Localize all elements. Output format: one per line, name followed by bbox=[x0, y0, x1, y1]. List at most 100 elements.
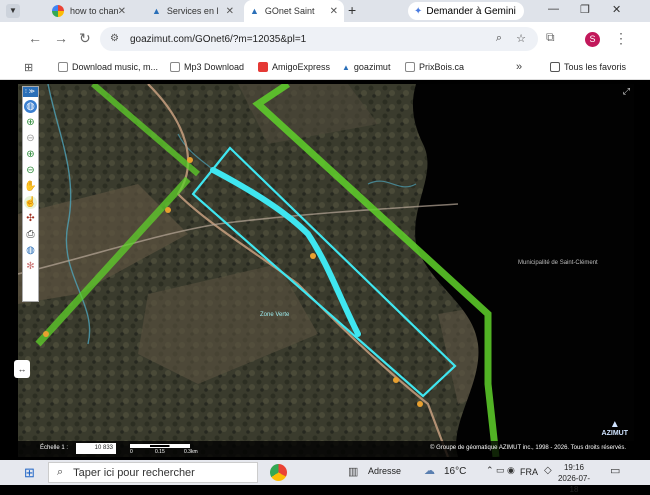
settings-icon[interactable]: ✻ bbox=[24, 260, 37, 273]
tab-how-to-change[interactable]: how to chan ✕ bbox=[46, 0, 132, 22]
folder-icon bbox=[550, 62, 560, 72]
azimut-logo: ▲ AZIMUT bbox=[602, 419, 628, 437]
system-tray-icons[interactable]: ⌃ ▭ ◉ bbox=[486, 465, 515, 476]
bookmarks-bar: ⊞ Download music, m... Mp3 Download Amig… bbox=[0, 56, 650, 80]
municipality-label: Municipalité de Saint-Clément bbox=[518, 260, 598, 266]
address-bar[interactable]: ⚙ goazimut.com/GOnet6/?m=12035&pl=1 ⌕ ☆ bbox=[100, 27, 538, 51]
pan-hand-icon[interactable]: ✋ bbox=[24, 180, 37, 193]
bookmark-prixbois[interactable]: PrixBois.ca bbox=[405, 62, 464, 72]
scale-tick: 0 bbox=[130, 449, 133, 455]
brand-label: AZIMUT bbox=[601, 430, 628, 437]
temperature-text[interactable]: 16°C bbox=[444, 466, 466, 477]
extensions-icon[interactable]: ⧉ bbox=[546, 30, 555, 45]
task-view-icon[interactable]: ▥ bbox=[348, 465, 358, 478]
tools-header[interactable]: ⁝ ≫ bbox=[23, 87, 38, 97]
restore-button[interactable]: ❐ bbox=[580, 3, 590, 16]
reload-icon[interactable]: ↻ bbox=[79, 30, 91, 47]
marker[interactable] bbox=[43, 331, 49, 337]
globe-icon[interactable]: ◍ bbox=[24, 100, 37, 113]
close-icon[interactable]: ✕ bbox=[118, 6, 126, 17]
fullscreen-icon[interactable]: ⤢ bbox=[623, 86, 630, 97]
tab-list-icon[interactable]: ▼ bbox=[6, 4, 20, 18]
map-tools-panel: ⁝ ≫ ◍ ⊕ ⊖ ⊕ ⊖ ✋ ☝ ✣ ⎙ ◍ ✻ bbox=[22, 86, 39, 302]
close-icon[interactable]: ✕ bbox=[226, 6, 234, 17]
zoom-in-icon[interactable]: ⊕ bbox=[24, 116, 37, 129]
tab-services[interactable]: ▲ Services en l ✕ bbox=[146, 0, 240, 22]
back-icon[interactable]: ← bbox=[28, 30, 42, 46]
tab-label: how to chan bbox=[70, 6, 119, 16]
network-icon[interactable]: ◇ bbox=[544, 465, 552, 476]
forward-icon[interactable]: → bbox=[54, 30, 68, 46]
side-panel-toggle[interactable]: ↔ bbox=[14, 360, 30, 378]
gemini-label: Demander à Gemini bbox=[426, 5, 516, 17]
address-label[interactable]: Adresse bbox=[368, 466, 401, 476]
zoom-in-box-icon[interactable]: ⊕ bbox=[24, 148, 37, 161]
tab-label: GOnet Saint bbox=[264, 6, 315, 16]
print-icon[interactable]: ⎙ bbox=[24, 228, 37, 241]
zoom-out-icon[interactable]: ⊖ bbox=[24, 132, 37, 145]
marker[interactable] bbox=[310, 253, 316, 259]
bookmark-amigoexpress[interactable]: AmigoExpress bbox=[258, 62, 330, 72]
zoom-icon[interactable]: ⌕ bbox=[496, 32, 502, 45]
close-icon[interactable]: ✕ bbox=[330, 6, 338, 17]
google-icon bbox=[52, 5, 64, 17]
taskbar: ⊞ ⌕ Taper ici pour rechercher ▥ Adresse … bbox=[0, 460, 650, 494]
tab-label: Services en l bbox=[166, 6, 219, 16]
measure-icon[interactable]: ✣ bbox=[24, 212, 37, 225]
clock[interactable]: 19:16 2026-07-18 bbox=[556, 462, 592, 495]
all-favorites-label: Tous les favoris bbox=[564, 62, 627, 72]
zoom-out-box-icon[interactable]: ⊖ bbox=[24, 164, 37, 177]
bookmark-label: Download music, m... bbox=[72, 62, 159, 72]
all-favorites-folder[interactable]: Tous les favoris bbox=[550, 62, 626, 72]
file-icon bbox=[170, 62, 180, 72]
marker[interactable] bbox=[165, 207, 171, 213]
select-hand-icon[interactable]: ☝ bbox=[24, 196, 37, 209]
copyright-text: © Groupe de géomatique AZIMUT inc., 1998… bbox=[430, 445, 626, 451]
weather-icon: ☁ bbox=[424, 465, 435, 477]
gemini-button[interactable]: ✦ Demander à Gemini bbox=[408, 2, 524, 20]
zone-label: Zone Verte bbox=[260, 312, 290, 318]
bookmark-label: PrixBois.ca bbox=[419, 62, 465, 72]
menu-icon[interactable]: ⋮ bbox=[614, 30, 628, 47]
scale-input[interactable]: 10 833 bbox=[76, 443, 116, 454]
windows-start-icon[interactable]: ⊞ bbox=[24, 465, 35, 481]
search-icon: ⌕ bbox=[57, 466, 64, 478]
close-window-button[interactable]: ✕ bbox=[612, 3, 621, 16]
azimut-icon: ▲ bbox=[250, 6, 259, 16]
marker[interactable] bbox=[187, 157, 193, 163]
chrome-taskbar-icon[interactable] bbox=[270, 464, 287, 481]
bookmark-label: AmigoExpress bbox=[272, 62, 331, 72]
marker[interactable] bbox=[417, 401, 423, 407]
scale-tick: 0.3km bbox=[184, 449, 198, 455]
bookmark-label: goazimut bbox=[353, 62, 391, 72]
marker[interactable] bbox=[393, 377, 399, 383]
azimut-logo-icon: ▲ bbox=[609, 419, 620, 430]
scale-label: Échelle 1 : bbox=[40, 445, 69, 451]
language-text[interactable]: FRA bbox=[520, 467, 538, 477]
apps-icon[interactable]: ⊞ bbox=[24, 61, 33, 74]
minimize-button[interactable]: — bbox=[548, 3, 559, 15]
tab-strip: ▼ how to chan ✕ ▲ Services en l ✕ ▲ GOne… bbox=[0, 0, 650, 22]
tab-gonet[interactable]: ▲ GOnet Saint ✕ bbox=[244, 0, 344, 22]
azimut-icon: ▲ bbox=[152, 6, 161, 16]
satellite-map[interactable]: Municipalité de Saint-Clément Zone Verte bbox=[18, 84, 634, 457]
scale-ruler bbox=[130, 444, 190, 448]
url-text: goazimut.com/GOnet6/?m=12035&pl=1 bbox=[130, 33, 307, 45]
new-tab-button[interactable]: + bbox=[348, 2, 356, 18]
star-icon[interactable]: ☆ bbox=[516, 32, 526, 45]
profile-initial: S bbox=[589, 34, 596, 44]
profile-avatar[interactable]: S bbox=[585, 32, 600, 47]
gemini-icon: ✦ bbox=[414, 5, 423, 17]
amigo-icon bbox=[258, 62, 268, 72]
address-toolbar: ← → ↻ ⚙ goazimut.com/GOnet6/?m=12035&pl=… bbox=[0, 22, 650, 56]
map-viewer[interactable]: Municipalité de Saint-Clément Zone Verte… bbox=[18, 84, 634, 457]
bookmark-download-music[interactable]: Download music, m... bbox=[58, 62, 158, 72]
bookmark-goazimut[interactable]: ▲ goazimut bbox=[342, 62, 390, 72]
notifications-icon[interactable]: ▭ bbox=[610, 464, 620, 477]
bookmark-label: Mp3 Download bbox=[184, 62, 245, 72]
layers-globe-icon[interactable]: ◍ bbox=[24, 244, 37, 257]
taskbar-search[interactable]: ⌕ Taper ici pour rechercher bbox=[48, 462, 258, 483]
more-bookmarks-icon[interactable]: » bbox=[516, 61, 522, 73]
bookmark-mp3-download[interactable]: Mp3 Download bbox=[170, 62, 244, 72]
site-info-icon[interactable]: ⚙ bbox=[110, 33, 119, 44]
